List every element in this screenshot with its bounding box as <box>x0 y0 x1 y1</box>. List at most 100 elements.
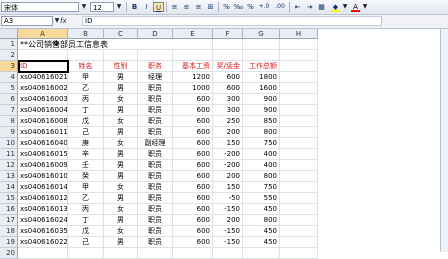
percent-button[interactable]: % <box>245 2 256 12</box>
empty-cell[interactable] <box>280 160 318 171</box>
empty-cell[interactable] <box>280 116 318 127</box>
empty-cell[interactable] <box>280 127 318 138</box>
row-header-15[interactable]: 15 <box>0 193 18 204</box>
data-cell[interactable]: 900 <box>243 94 280 105</box>
data-cell[interactable]: 男 <box>104 215 138 226</box>
data-cell[interactable]: 丙 <box>68 204 104 215</box>
data-cell[interactable]: 甲 <box>68 72 104 83</box>
data-cell[interactable]: 800 <box>243 215 280 226</box>
data-cell[interactable]: 1800 <box>243 72 280 83</box>
row-header-8[interactable]: 8 <box>0 116 18 127</box>
empty-cell[interactable] <box>280 149 318 160</box>
empty-cell[interactable] <box>280 248 318 259</box>
data-cell[interactable]: 职员 <box>138 237 173 248</box>
row-header-1[interactable]: 1 <box>0 39 18 50</box>
data-cell[interactable]: 450 <box>243 237 280 248</box>
row-header-5[interactable]: 5 <box>0 83 18 94</box>
data-cell[interactable]: -50 <box>213 193 243 204</box>
header-cell[interactable]: ID <box>18 61 68 72</box>
data-cell[interactable]: xs040616040 <box>18 138 68 149</box>
decrease-indent-button[interactable]: ⇤ <box>292 2 303 12</box>
row-header-11[interactable]: 11 <box>0 149 18 160</box>
row-header-9[interactable]: 9 <box>0 127 18 138</box>
data-cell[interactable]: 女 <box>104 116 138 127</box>
empty-cell[interactable] <box>280 171 318 182</box>
empty-cell[interactable] <box>243 248 280 259</box>
increase-decimal-button[interactable]: +.0 <box>257 2 271 12</box>
data-cell[interactable]: 职员 <box>138 105 173 116</box>
vertical-scrollbar[interactable] <box>440 29 448 252</box>
column-header-c[interactable]: C <box>104 29 138 39</box>
empty-cell[interactable] <box>173 39 213 50</box>
data-cell[interactable]: 750 <box>243 182 280 193</box>
data-cell[interactable]: 1000 <box>173 83 213 94</box>
data-cell[interactable]: 男 <box>104 149 138 160</box>
row-header-4[interactable]: 4 <box>0 72 18 83</box>
data-cell[interactable]: 己 <box>68 127 104 138</box>
data-cell[interactable]: -150 <box>213 204 243 215</box>
data-cell[interactable]: 副经理 <box>138 138 173 149</box>
align-center-button[interactable]: ≡ <box>181 2 192 12</box>
data-cell[interactable]: 600 <box>213 83 243 94</box>
empty-cell[interactable] <box>280 226 318 237</box>
data-cell[interactable]: 800 <box>243 127 280 138</box>
align-left-button[interactable]: ≡ <box>169 2 180 12</box>
data-cell[interactable]: 200 <box>213 215 243 226</box>
data-cell[interactable]: 男 <box>104 237 138 248</box>
data-cell[interactable]: 750 <box>243 138 280 149</box>
column-header-f[interactable]: F <box>213 29 243 39</box>
data-cell[interactable]: xs040616003 <box>18 94 68 105</box>
data-cell[interactable]: 600 <box>173 237 213 248</box>
header-cell[interactable]: 工作总额 <box>243 61 280 72</box>
data-cell[interactable]: xs040616015 <box>18 149 68 160</box>
data-cell[interactable]: 600 <box>173 160 213 171</box>
empty-cell[interactable] <box>68 50 104 61</box>
empty-cell[interactable] <box>280 204 318 215</box>
italic-button[interactable]: I <box>141 2 152 12</box>
data-cell[interactable]: 男 <box>104 83 138 94</box>
empty-cell[interactable] <box>173 50 213 61</box>
empty-cell[interactable] <box>280 39 318 50</box>
empty-cell[interactable] <box>138 248 173 259</box>
data-cell[interactable]: 450 <box>243 204 280 215</box>
row-header-14[interactable]: 14 <box>0 182 18 193</box>
empty-cell[interactable] <box>243 50 280 61</box>
data-cell[interactable]: xs040616011 <box>18 127 68 138</box>
data-cell[interactable]: 300 <box>213 105 243 116</box>
row-header-3[interactable]: 3 <box>0 61 18 72</box>
data-cell[interactable]: 职员 <box>138 160 173 171</box>
data-cell[interactable]: 职员 <box>138 182 173 193</box>
data-cell[interactable]: 壬 <box>68 160 104 171</box>
data-cell[interactable]: 600 <box>173 116 213 127</box>
header-cell[interactable]: 姓名 <box>68 61 104 72</box>
data-cell[interactable]: 600 <box>173 193 213 204</box>
data-cell[interactable]: 600 <box>173 226 213 237</box>
data-cell[interactable]: 经理 <box>138 72 173 83</box>
row-header-20[interactable]: 20 <box>0 248 18 259</box>
insert-function-icon[interactable]: fx <box>60 16 67 26</box>
data-cell[interactable]: 150 <box>213 138 243 149</box>
header-cell[interactable]: 奖/惩金 <box>213 61 243 72</box>
header-cell[interactable]: 职务 <box>138 61 173 72</box>
data-cell[interactable]: 男 <box>104 72 138 83</box>
data-cell[interactable]: 男 <box>104 193 138 204</box>
row-header-10[interactable]: 10 <box>0 138 18 149</box>
column-header-h[interactable]: H <box>280 29 318 39</box>
empty-cell[interactable] <box>280 50 318 61</box>
header-cell[interactable]: 基本工资 <box>173 61 213 72</box>
row-header-16[interactable]: 16 <box>0 204 18 215</box>
data-cell[interactable]: 戊 <box>68 116 104 127</box>
data-cell[interactable]: 男 <box>104 171 138 182</box>
decrease-decimal-button[interactable]: .00 <box>273 2 287 12</box>
empty-cell[interactable] <box>18 50 68 61</box>
data-cell[interactable]: 职员 <box>138 83 173 94</box>
empty-cell[interactable] <box>68 248 104 259</box>
data-cell[interactable]: 850 <box>243 116 280 127</box>
data-cell[interactable]: 女 <box>104 182 138 193</box>
data-cell[interactable]: 己 <box>68 237 104 248</box>
bold-button[interactable]: B <box>129 2 140 12</box>
data-cell[interactable]: 职员 <box>138 171 173 182</box>
data-cell[interactable]: 乙 <box>68 193 104 204</box>
data-cell[interactable]: 职员 <box>138 94 173 105</box>
data-cell[interactable]: xs040616008 <box>18 116 68 127</box>
